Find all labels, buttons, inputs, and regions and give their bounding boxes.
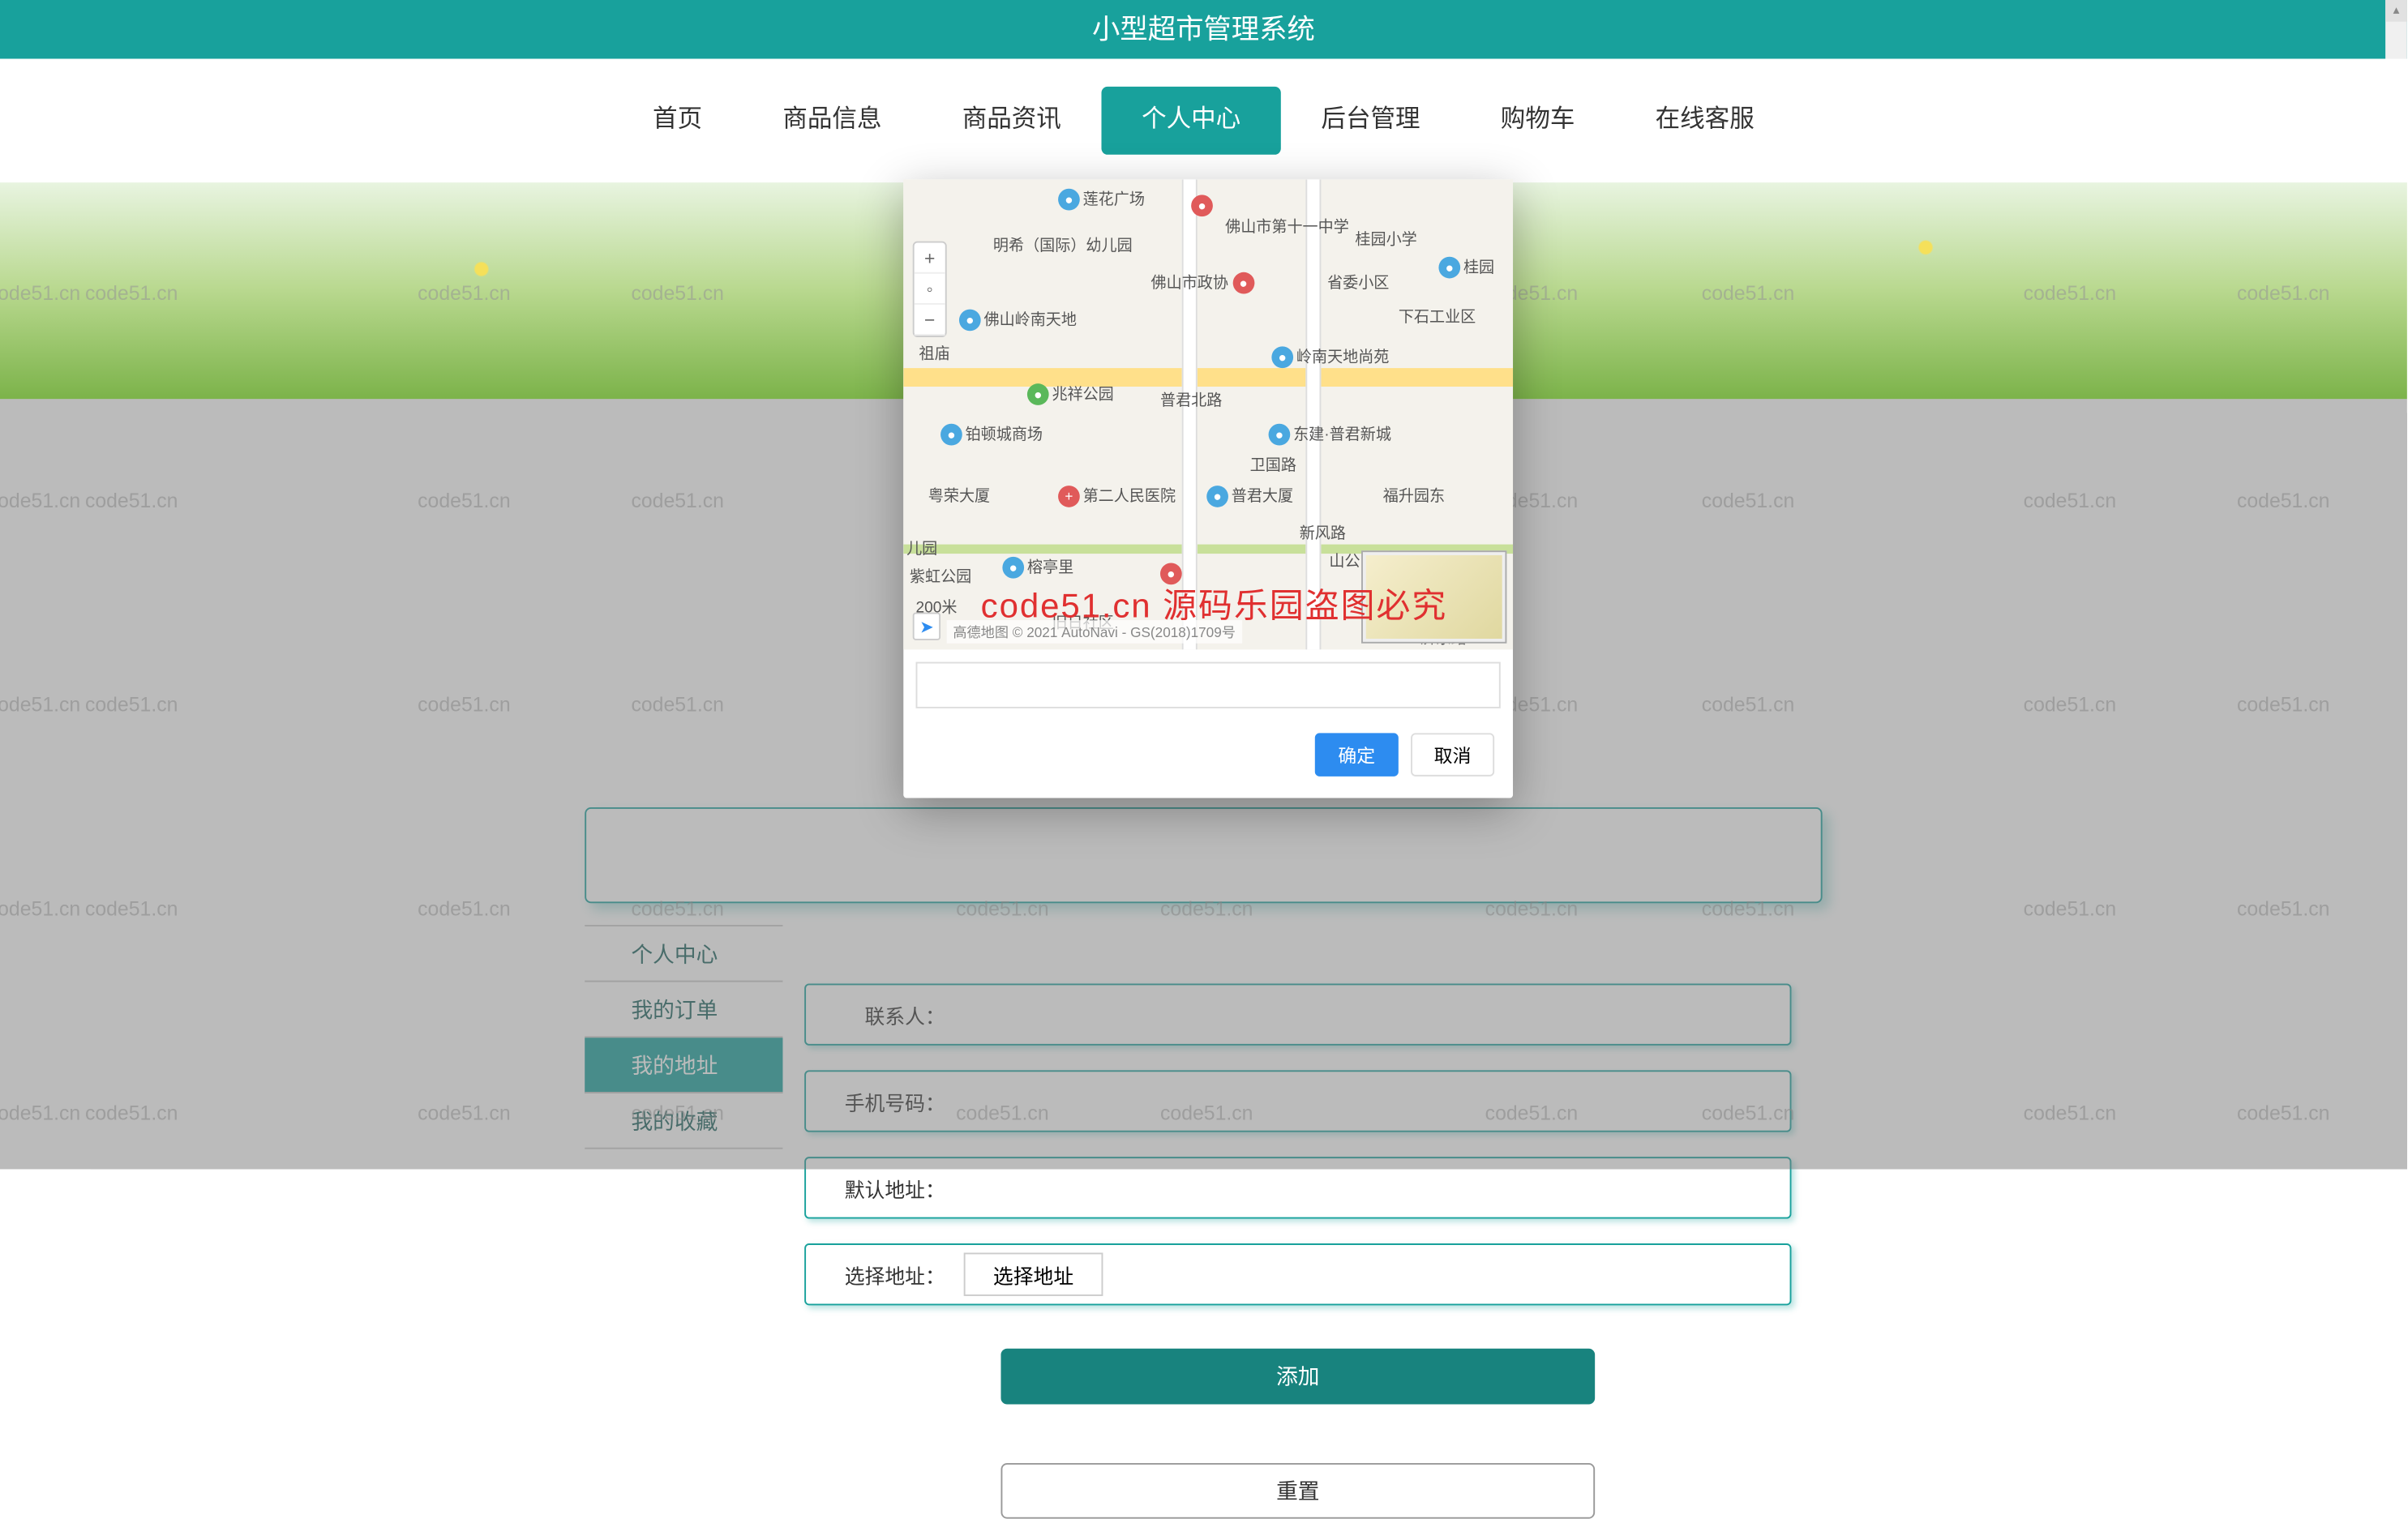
map-poi: ●普君大厦 bbox=[1206, 482, 1293, 507]
nav-admin[interactable]: 后台管理 bbox=[1281, 87, 1460, 155]
dialog-cancel-button[interactable]: 取消 bbox=[1411, 733, 1494, 776]
map-search-row bbox=[903, 649, 1513, 721]
map-poi: 卫国路 bbox=[1250, 451, 1296, 475]
map-poi: 粤荣大厦 bbox=[928, 482, 990, 506]
select-address-button[interactable]: 选择地址 bbox=[964, 1252, 1103, 1295]
nav-personal-center[interactable]: 个人中心 bbox=[1101, 87, 1280, 155]
map-zoom-out-icon[interactable]: − bbox=[915, 305, 945, 336]
map-poi: ●岭南天地尚苑 bbox=[1271, 344, 1389, 369]
nav-product-info[interactable]: 商品信息 bbox=[743, 87, 922, 155]
map-zoom-slider-icon[interactable]: ◦ bbox=[915, 274, 945, 305]
map-poi: 省委小区 bbox=[1327, 269, 1389, 293]
map-poi: ●佛山岭南天地 bbox=[959, 306, 1077, 332]
map-poi: +第二人民医院 bbox=[1058, 482, 1176, 507]
scrollbar-up-icon[interactable]: ▴ bbox=[2385, 0, 2407, 22]
map-poi: 明希（国际）幼儿园 bbox=[993, 232, 1133, 255]
map-locate-icon[interactable]: ➤ bbox=[913, 613, 940, 640]
reset-button[interactable]: 重置 bbox=[1000, 1463, 1595, 1519]
map-poi: 紫虹公园 bbox=[910, 563, 971, 587]
field-default-label: 默认地址： bbox=[806, 1173, 958, 1202]
map-poi: 佛山市第十一中学 bbox=[1225, 213, 1349, 237]
nav-product-news[interactable]: 商品资讯 bbox=[922, 87, 1101, 155]
vertical-scrollbar[interactable]: ▴ bbox=[2385, 0, 2407, 59]
map-poi: 普君北路 bbox=[1160, 387, 1222, 410]
map-poi: 新风路 bbox=[1300, 520, 1346, 543]
map-poi: 桂园小学 bbox=[1355, 226, 1416, 250]
field-select-label: 选择地址： bbox=[806, 1260, 958, 1289]
map-poi: ●铂顿城商场 bbox=[940, 421, 1043, 446]
red-watermark: code51.cn 源码乐园盗图必究 bbox=[981, 579, 1448, 628]
map-poi: ●兆祥公园 bbox=[1027, 380, 1114, 405]
map-zoom-controls[interactable]: + ◦ − bbox=[913, 242, 947, 337]
map-picker-dialog: ●莲花广场 ● 佛山市第十一中学 桂园小学 ●桂园 明希（国际）幼儿园 佛山市政… bbox=[903, 179, 1513, 798]
default-address-input[interactable] bbox=[958, 1165, 1790, 1211]
map-poi: ● bbox=[1191, 195, 1216, 216]
map-zoom-in-icon[interactable]: + bbox=[915, 243, 945, 274]
map-poi: 下石工业区 bbox=[1399, 303, 1476, 327]
nav-home[interactable]: 首页 bbox=[612, 87, 742, 155]
map-poi: ●莲花广场 bbox=[1058, 186, 1145, 211]
map-poi: 儿园 bbox=[906, 535, 937, 558]
dialog-footer: 确定 取消 bbox=[903, 721, 1513, 798]
nav-cart[interactable]: 购物车 bbox=[1460, 87, 1615, 155]
main-nav: 首页 商品信息 商品资讯 个人中心 后台管理 购物车 在线客服 bbox=[0, 59, 2407, 183]
add-button[interactable]: 添加 bbox=[1000, 1349, 1595, 1405]
app-title: 小型超市管理系统 bbox=[1092, 14, 1315, 45]
nav-customer-service[interactable]: 在线客服 bbox=[1615, 87, 1794, 155]
map-poi: 福升园东 bbox=[1383, 482, 1445, 506]
map-poi: ●榕亭里 bbox=[1002, 554, 1073, 579]
field-select-address: 选择地址： 选择地址 bbox=[804, 1243, 1791, 1305]
map-poi: 佛山市政协 ● bbox=[1151, 269, 1258, 294]
map-search-input[interactable] bbox=[916, 662, 1501, 708]
map-poi: ●桂园 bbox=[1438, 254, 1494, 279]
app-header: 小型超市管理系统 ▴ bbox=[0, 0, 2407, 59]
map-poi: 祖庙 bbox=[919, 340, 949, 364]
map-poi: ●东建·普君新城 bbox=[1269, 421, 1391, 446]
dialog-confirm-button[interactable]: 确定 bbox=[1315, 733, 1399, 776]
